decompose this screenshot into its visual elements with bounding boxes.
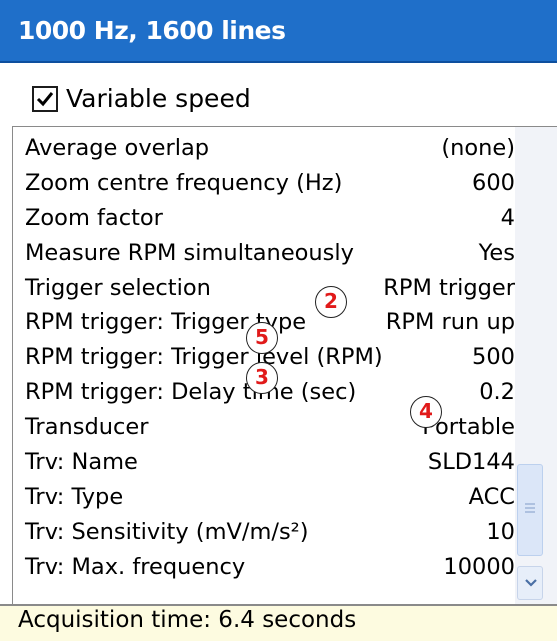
param-label: Transducer [25,414,149,441]
param-label: Average overlap [25,135,210,161]
param-value: 10000 [443,553,515,580]
param-row-trigger-selection[interactable]: Trigger selection RPM trigger [25,271,515,306]
variable-speed-label[interactable]: Variable speed [66,84,251,113]
param-value: RPM trigger [383,274,515,301]
param-value: RPM run up [385,309,515,336]
title-bar: 1000 Hz, 1600 lines [0,0,557,63]
param-value: 0.2 [479,379,515,406]
scroll-down-button[interactable] [517,566,543,600]
param-label: Measure RPM simultaneously [25,239,354,266]
panel-title: 1000 Hz, 1600 lines [18,16,286,45]
param-row-average-overlap[interactable]: Average overlap (none) [25,131,515,166]
parameter-rows: Average overlap (none) Zoom centre frequ… [25,131,515,585]
param-label: Trv: Max. frequency [25,553,246,580]
param-row-trv-sensitivity[interactable]: Trv: Sensitivity (mV/m/s²) 10 [25,515,515,550]
param-value: 500 [472,344,515,371]
param-value: SLD144 [427,449,515,476]
param-value: 600 [472,169,515,196]
param-label: Zoom factor [25,204,163,231]
param-value: 4 [500,204,515,231]
callout-marker: 3 [246,362,278,394]
param-value: (none) [441,135,515,161]
checkmark-icon [36,92,54,107]
param-value: ACC [468,483,515,510]
param-row-trv-max-frequency[interactable]: Trv: Max. frequency 10000 [25,550,515,585]
callout-marker: 4 [410,396,442,428]
param-row-zoom-centre-frequency[interactable]: Zoom centre frequency (Hz) 600 [25,166,515,201]
param-row-measure-rpm[interactable]: Measure RPM simultaneously Yes [25,236,515,271]
chevron-down-icon [525,579,537,587]
callout-marker: 5 [246,322,278,354]
param-label: RPM trigger: Trigger level (RPM) [25,344,383,371]
variable-speed-checkbox[interactable] [32,86,58,112]
parameter-list: Average overlap (none) Zoom centre frequ… [12,126,557,604]
callout-marker: 2 [315,286,347,318]
acquisition-time-text: Acquisition time: 6.4 seconds [18,607,357,633]
param-label: RPM trigger: Delay time (sec) [25,379,357,406]
param-label: Trigger selection [25,274,211,301]
param-label: Trv: Sensitivity (mV/m/s²) [25,518,309,545]
settings-panel: 1000 Hz, 1600 lines Variable speed Avera… [0,0,557,641]
param-label: Trv: Type [25,483,124,510]
param-label: Trv: Name [25,449,138,476]
grip-icon [525,503,535,513]
param-label: Zoom centre frequency (Hz) [25,169,343,196]
param-value: 10 [486,518,515,545]
param-row-trv-name[interactable]: Trv: Name SLD144 [25,445,515,480]
param-value: Yes [478,239,515,266]
param-row-zoom-factor[interactable]: Zoom factor 4 [25,201,515,236]
param-row-trv-type[interactable]: Trv: Type ACC [25,480,515,515]
